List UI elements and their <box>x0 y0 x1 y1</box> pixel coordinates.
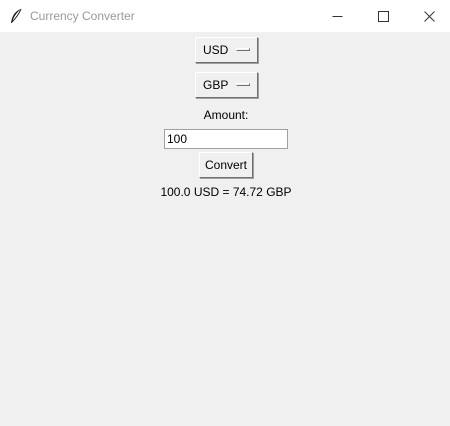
title-bar[interactable]: Currency Converter <box>0 0 450 32</box>
close-button[interactable] <box>406 0 450 32</box>
maximize-button[interactable] <box>360 0 406 32</box>
minimize-button[interactable] <box>314 0 360 32</box>
maximize-icon <box>377 10 389 22</box>
amount-label: Amount: <box>203 108 249 122</box>
from-currency-menu[interactable]: USD <box>195 37 258 63</box>
option-menu-indicator-icon <box>236 83 250 86</box>
result-label: 100.0 USD = 74.72 GBP <box>160 185 292 199</box>
from-currency-value: USD <box>203 43 229 57</box>
minimize-icon <box>332 15 342 17</box>
convert-button[interactable]: Convert <box>199 152 253 178</box>
close-icon <box>423 10 435 22</box>
amount-input[interactable] <box>164 129 288 149</box>
window-title: Currency Converter <box>30 9 135 23</box>
feather-icon <box>11 8 22 23</box>
app-window: Currency Converter USD GBP Amount: Conve… <box>0 0 450 426</box>
option-menu-indicator-icon <box>236 48 250 51</box>
to-currency-value: GBP <box>203 78 229 92</box>
to-currency-menu[interactable]: GBP <box>195 72 258 98</box>
